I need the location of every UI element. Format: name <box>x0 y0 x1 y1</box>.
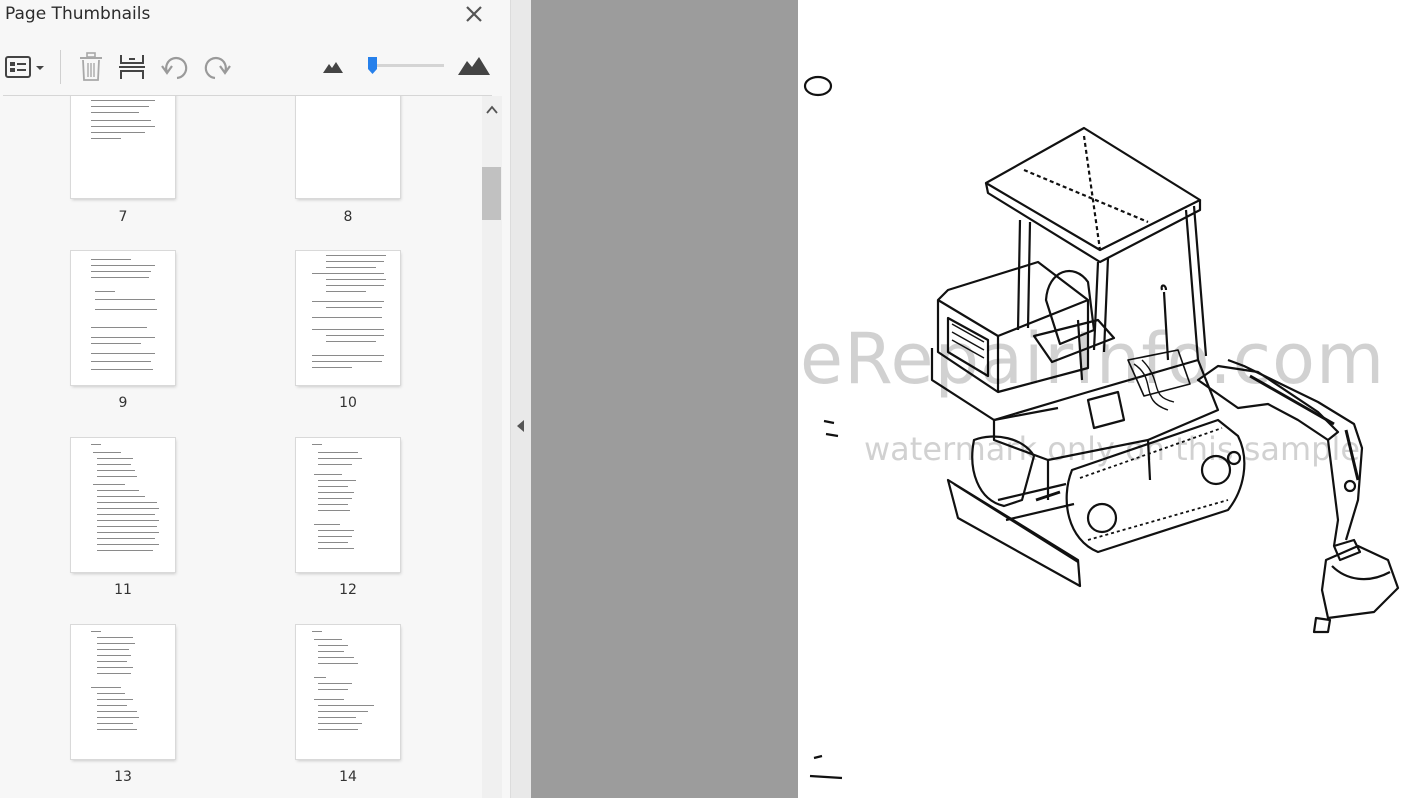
page-thumbnail[interactable] <box>71 438 175 572</box>
toolbar-divider <box>60 50 61 84</box>
chevron-up-icon[interactable] <box>484 102 500 118</box>
watermark-sub: watermark only on this sample <box>864 430 1361 468</box>
page-thumbnail[interactable] <box>71 625 175 759</box>
page-number-label: 8 <box>343 209 353 225</box>
panel-title: Page Thumbnails <box>5 4 151 24</box>
watermark-main: eRepairInfo.com <box>800 318 1386 400</box>
rotate-counterclockwise-icon[interactable] <box>161 54 189 80</box>
page-number-label: 13 <box>114 769 132 785</box>
scrollbar-thumb[interactable] <box>482 167 501 220</box>
page-number-label: 12 <box>339 582 357 598</box>
thumbnail-size-slider-handle[interactable] <box>367 56 378 75</box>
page-number-label: 10 <box>339 395 357 411</box>
rotate-clockwise-icon[interactable] <box>203 54 231 80</box>
page-thumbnail[interactable] <box>296 625 400 759</box>
thumbnail-size-slider-track[interactable] <box>372 64 444 67</box>
insert-pages-icon[interactable] <box>117 53 147 81</box>
page-thumbnail[interactable] <box>296 438 400 572</box>
document-canvas-background <box>531 0 798 798</box>
thumbnail-options-icon[interactable] <box>4 55 46 81</box>
page-thumbnail[interactable] <box>71 251 175 385</box>
trash-icon[interactable] <box>78 52 104 82</box>
large-mountain-icon[interactable] <box>458 56 490 76</box>
page-number-label: 14 <box>339 769 357 785</box>
page-number-label: 11 <box>114 582 132 598</box>
small-mountain-icon[interactable] <box>323 60 343 74</box>
page-thumbnails-panel: Page Thumbnails 7 8 9 10 11 12 13 14 <box>0 0 511 798</box>
document-page[interactable]: eRepairInfo.com watermark only on this s… <box>798 0 1404 798</box>
page-thumbnail[interactable] <box>296 251 400 385</box>
thumbnail-list: 7 8 9 10 11 12 13 14 <box>0 96 482 798</box>
page-thumbnail[interactable] <box>71 96 175 198</box>
page-number-label: 7 <box>118 209 128 225</box>
panel-splitter[interactable] <box>511 0 531 798</box>
page-thumbnail[interactable] <box>296 96 400 198</box>
close-icon[interactable] <box>462 2 486 26</box>
page-number-label: 9 <box>118 395 128 411</box>
collapse-panel-icon[interactable] <box>515 419 527 433</box>
